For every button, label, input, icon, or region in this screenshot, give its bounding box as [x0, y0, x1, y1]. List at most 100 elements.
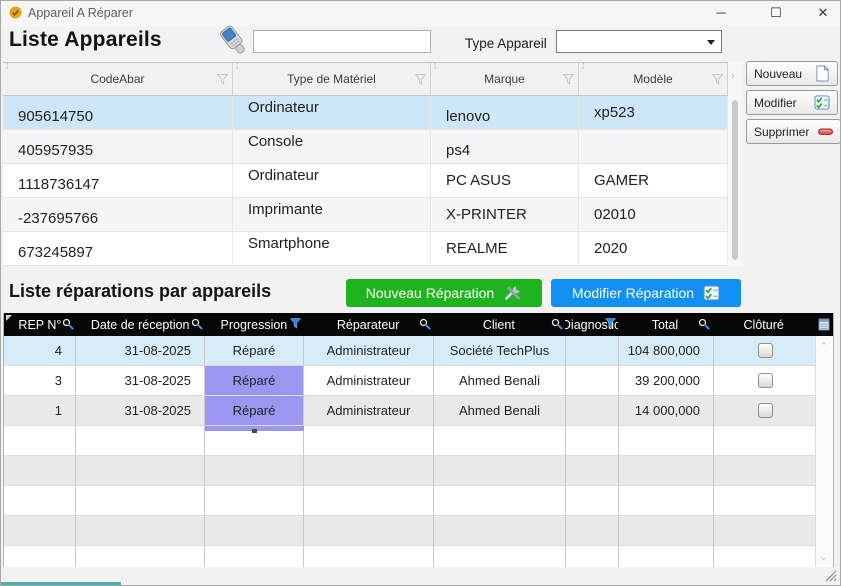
- column-header-codeabar[interactable]: ⁞ CodeAbar: [3, 63, 233, 95]
- column-header-total[interactable]: Total: [618, 313, 713, 336]
- table-row[interactable]: 673245897 Smartphone REALME 2020: [3, 232, 728, 266]
- table-row[interactable]: 405957935 Console ps4: [3, 130, 728, 164]
- cell-rep: 1: [4, 396, 76, 426]
- table-row[interactable]: 4 31-08-2025 Réparé Administrateur Socié…: [4, 336, 833, 366]
- column-header-type[interactable]: ⁞ Type de Matériel: [233, 63, 431, 95]
- supprimer-button-label: Supprimer: [754, 125, 809, 139]
- tools-icon: [503, 284, 522, 302]
- modifier-reparation-button[interactable]: Modifier Réparation: [551, 279, 741, 307]
- barcode-search-input[interactable]: [253, 30, 431, 53]
- column-header-client[interactable]: Client: [433, 313, 565, 336]
- cloture-checkbox[interactable]: [758, 373, 773, 388]
- cell-type: Ordinateur: [233, 96, 431, 129]
- supprimer-button[interactable]: Supprimer: [746, 119, 841, 144]
- cell-rep: 4: [4, 336, 76, 366]
- type-appareil-select[interactable]: [556, 30, 722, 53]
- column-header-diagnostic[interactable]: Diagnostic: [565, 313, 618, 336]
- filter-icon[interactable]: [563, 74, 574, 85]
- cell-client: Société TechPlus: [434, 336, 566, 366]
- scroll-up-icon[interactable]: ⌃: [819, 340, 828, 353]
- close-button[interactable]: ✕: [808, 3, 838, 23]
- column-header-label: Type de Matériel: [287, 72, 376, 86]
- cell-reparateur: Administrateur: [304, 366, 434, 396]
- column-header-marque[interactable]: ⁞ Marque: [431, 63, 579, 95]
- scroll-down-icon[interactable]: ⌄: [819, 550, 828, 563]
- window-title: Appareil A Réparer: [28, 6, 133, 20]
- cell-total: 104 800,000: [619, 336, 714, 366]
- table-row-empty: [4, 546, 833, 567]
- appareils-grid: ⁞ CodeAbar ⁞ Type de Matériel ⁞ Marque ⁞…: [3, 62, 728, 266]
- edit-checklist-icon: [703, 285, 720, 301]
- search-icon[interactable]: [191, 318, 203, 330]
- cloture-checkbox[interactable]: [758, 343, 773, 358]
- cell-marque: X-PRINTER: [431, 198, 579, 231]
- cloture-checkbox[interactable]: [758, 403, 773, 418]
- reparations-grid-scrollbar[interactable]: ⌃ ⌄: [815, 336, 833, 567]
- resize-grip[interactable]: [824, 569, 837, 582]
- cell-progression: Réparé: [205, 366, 304, 396]
- reparations-grid-header: REP N° Date de réception Progression Rép…: [4, 313, 833, 336]
- filter-icon[interactable]: [712, 74, 723, 85]
- drag-handle-icon: ⁞: [582, 63, 584, 71]
- search-icon[interactable]: [419, 318, 431, 330]
- column-header-rep[interactable]: REP N°: [4, 313, 76, 336]
- nouveau-reparation-button[interactable]: Nouveau Réparation: [346, 279, 542, 307]
- column-header-label: Clôturé: [744, 318, 784, 332]
- cell-codeabar: -237695766: [3, 198, 233, 231]
- search-icon[interactable]: [62, 318, 74, 330]
- filter-icon[interactable]: [415, 74, 426, 85]
- appareils-grid-scrollbar[interactable]: ›: [728, 62, 742, 266]
- cell-marque: PC ASUS: [431, 164, 579, 197]
- table-row[interactable]: -237695766 Imprimante X-PRINTER 02010: [3, 198, 728, 232]
- filter-icon[interactable]: [605, 318, 616, 329]
- delete-minus-icon: [818, 128, 833, 136]
- title-bar: Appareil A Réparer ─ ☐ ✕: [1, 1, 840, 27]
- cell-codeabar: 905614750: [3, 96, 233, 129]
- cell-client: Ahmed Benali: [434, 396, 566, 426]
- edit-checklist-icon: [814, 95, 830, 110]
- column-chooser-icon[interactable]: [818, 318, 830, 331]
- table-row[interactable]: 3 31-08-2025 Réparé Administrateur Ahmed…: [4, 366, 833, 396]
- selection-handle[interactable]: [252, 429, 257, 433]
- modifier-button[interactable]: Modifier: [746, 90, 838, 115]
- cell-modele: GAMER: [579, 164, 728, 197]
- column-header-cloture[interactable]: Clôturé: [712, 313, 815, 336]
- type-appareil-label: Type Appareil: [465, 36, 547, 51]
- header-corner-box: [815, 313, 833, 336]
- cell-modele: [579, 130, 728, 163]
- appareils-heading: Liste Appareils: [9, 28, 162, 52]
- cell-cloture: [714, 396, 817, 426]
- screen-edge-artifact: [1, 582, 121, 585]
- appareils-grid-header: ⁞ CodeAbar ⁞ Type de Matériel ⁞ Marque ⁞…: [3, 63, 728, 96]
- cell-total: 14 000,000: [619, 396, 714, 426]
- column-header-label: Modèle: [633, 72, 672, 86]
- column-header-date[interactable]: Date de réception: [76, 313, 205, 336]
- grid-scroll-arrow-icon[interactable]: ›: [731, 70, 735, 82]
- scrollbar-thumb[interactable]: [732, 100, 738, 260]
- filter-icon[interactable]: [217, 74, 228, 85]
- column-header-modele[interactable]: ⁞ Modèle: [579, 63, 728, 95]
- table-row[interactable]: 905614750 Ordinateur lenovo xp523: [3, 96, 728, 130]
- cell-marque: ps4: [431, 130, 579, 163]
- nouveau-button[interactable]: Nouveau: [746, 61, 838, 86]
- filter-icon[interactable]: [290, 318, 301, 329]
- cell-marque: REALME: [431, 232, 579, 265]
- cell-diagnostic: [566, 366, 619, 396]
- column-header-progression[interactable]: Progression: [205, 313, 304, 336]
- cell-diagnostic: [566, 336, 619, 366]
- column-header-label: CodeAbar: [90, 72, 144, 86]
- column-header-reparateur[interactable]: Réparateur: [303, 313, 433, 336]
- minimize-button[interactable]: ─: [706, 3, 736, 23]
- cell-codeabar: 673245897: [3, 232, 233, 265]
- cell-reparateur: Administrateur: [304, 336, 434, 366]
- column-header-label: Client: [483, 318, 515, 332]
- cell-progression: Réparé: [205, 396, 304, 426]
- nouveau-button-label: Nouveau: [754, 67, 802, 81]
- search-icon[interactable]: [698, 318, 710, 330]
- column-header-label: Date de réception: [91, 318, 190, 332]
- cell-client: Ahmed Benali: [434, 366, 566, 396]
- table-row[interactable]: 1118736147 Ordinateur PC ASUS GAMER: [3, 164, 728, 198]
- maximize-button[interactable]: ☐: [761, 3, 791, 23]
- search-icon[interactable]: [551, 318, 563, 330]
- table-row[interactable]: 1 31-08-2025 Réparé Administrateur Ahmed…: [4, 396, 833, 426]
